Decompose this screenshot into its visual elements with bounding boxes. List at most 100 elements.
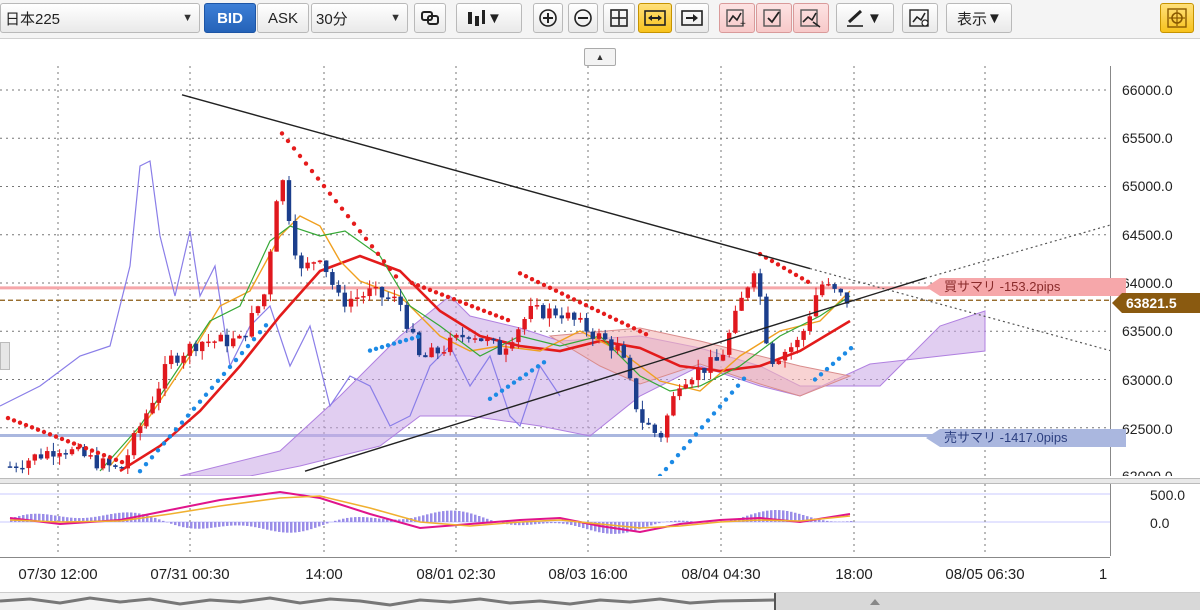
histogram-bar	[358, 517, 361, 522]
sar-dot	[392, 341, 396, 345]
fit-width-button[interactable]	[638, 3, 672, 33]
navigator-strip[interactable]	[0, 592, 1200, 610]
sar-dot	[518, 376, 522, 380]
ask-button[interactable]: ASK	[257, 3, 309, 33]
sar-dot	[264, 323, 268, 327]
time-axis-line	[0, 557, 1110, 558]
sar-dot	[216, 379, 220, 383]
collapse-panel-button[interactable]: ▲	[584, 48, 616, 66]
chevron-down-icon: ▼	[182, 12, 193, 24]
candle-body	[45, 451, 49, 458]
candle-body	[504, 349, 508, 355]
timeframe-select[interactable]: 30分 ▼	[311, 3, 408, 33]
sar-dot	[470, 304, 474, 308]
histogram-bar	[402, 519, 405, 522]
indicator-lines	[0, 161, 850, 471]
toolbar: 日本225 ▼ BID ASK 30分 ▼ ▼ + ▼ 表	[0, 0, 1200, 39]
time-label: 07/31 00:30	[150, 566, 229, 583]
draw-tool-select[interactable]: ▼	[836, 3, 894, 33]
signal-line	[10, 496, 850, 528]
sar-dot	[30, 425, 34, 429]
sar-dot	[700, 425, 704, 429]
sar-dot	[530, 277, 534, 281]
histogram-bar	[362, 517, 365, 522]
indicator-check-button[interactable]	[756, 3, 792, 33]
osc-label: 0.0	[1150, 515, 1169, 531]
histogram-bar	[538, 522, 541, 524]
candle-body	[343, 293, 347, 307]
histogram-bar	[430, 513, 433, 522]
histogram-bar	[218, 522, 221, 527]
sar-dot	[252, 337, 256, 341]
zoom-out-icon	[573, 8, 593, 28]
candle-body	[88, 455, 92, 457]
candle-body	[305, 263, 309, 269]
scroll-latest-button[interactable]	[675, 3, 709, 33]
sar-dot	[358, 229, 362, 233]
chart-settings-button[interactable]	[902, 3, 938, 33]
zoom-out-button[interactable]	[568, 3, 598, 33]
crosshair-button[interactable]	[603, 3, 635, 33]
sar-dot	[676, 453, 680, 457]
chart-type-select[interactable]: ▼	[456, 3, 522, 33]
zoom-in-button[interactable]	[533, 3, 563, 33]
sar-dot	[24, 423, 28, 427]
candle-body	[603, 333, 607, 339]
sar-dot	[198, 399, 202, 403]
histogram-bar	[426, 514, 429, 522]
candle-body	[312, 262, 316, 264]
target-icon	[1166, 7, 1188, 29]
sar-dot	[530, 368, 534, 372]
view-menu[interactable]: 表示 ▼	[946, 3, 1012, 33]
candle-body	[721, 355, 725, 361]
sar-dot	[596, 309, 600, 313]
chart-add-icon: +	[726, 8, 748, 28]
sar-dot	[186, 413, 190, 417]
bid-button[interactable]: BID	[204, 3, 256, 33]
histogram-bar	[470, 513, 473, 522]
sar-dot	[120, 460, 124, 464]
chevron-down-icon: ▼	[487, 10, 502, 27]
symbol-select[interactable]: 日本225 ▼	[0, 3, 200, 33]
candle-body	[26, 461, 30, 469]
sar-dot	[428, 288, 432, 292]
time-label: 18:00	[835, 566, 873, 583]
compare-button[interactable]	[414, 3, 446, 33]
candle-body	[436, 348, 440, 354]
candle-body	[51, 451, 55, 456]
sar-dot	[446, 295, 450, 299]
candle-body	[640, 409, 644, 423]
price-chart[interactable]	[0, 66, 1110, 476]
histogram-bar	[382, 519, 385, 522]
candle-body	[634, 378, 638, 409]
macd-chart[interactable]	[0, 484, 1110, 556]
sar-dot	[144, 462, 148, 466]
sar-dot	[482, 309, 486, 313]
candle-body	[677, 388, 681, 396]
sar-dot	[234, 358, 238, 362]
target-button[interactable]	[1160, 3, 1194, 33]
buy-summary-tag: 買サマリ -153.2pips	[926, 278, 1126, 296]
sar-dot	[150, 455, 154, 459]
sar-dot	[292, 146, 296, 150]
time-label: 08/01 02:30	[416, 566, 495, 583]
time-label: 08/04 04:30	[681, 566, 760, 583]
candle-body	[281, 180, 285, 201]
sar-dot	[60, 437, 64, 441]
candle-body	[132, 433, 136, 455]
sar-dot	[536, 364, 540, 368]
add-indicator-button[interactable]: +	[719, 3, 755, 33]
price-label: 65000.0	[1122, 178, 1173, 194]
candle-body	[752, 273, 756, 287]
histogram-bar	[830, 521, 833, 522]
histogram-bar	[214, 522, 217, 527]
sar-dot	[736, 383, 740, 387]
candle-body	[535, 305, 539, 307]
histogram-bar	[262, 522, 265, 529]
remove-indicator-button[interactable]	[793, 3, 829, 33]
sar-dot	[566, 294, 570, 298]
sar-dot	[712, 411, 716, 415]
osc-axis-line	[1110, 484, 1111, 556]
sar-dot	[108, 455, 112, 459]
sar-dot	[114, 458, 118, 462]
